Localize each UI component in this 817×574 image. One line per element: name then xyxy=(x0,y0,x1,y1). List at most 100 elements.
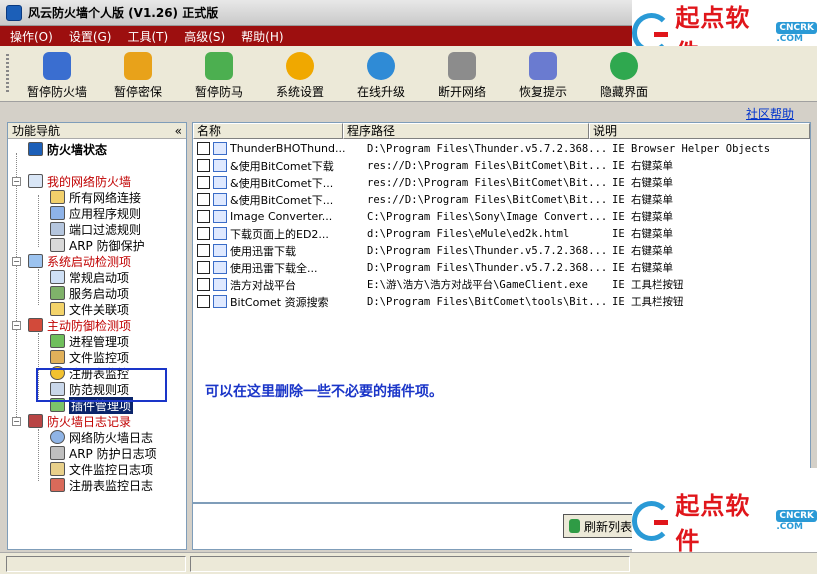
game-icon xyxy=(213,278,227,291)
row-checkbox[interactable] xyxy=(197,159,210,172)
nav-item-port-filter[interactable]: 端口过滤规则 xyxy=(50,221,141,237)
pause-trojan-button[interactable]: 暂停防马 xyxy=(179,50,259,100)
row-checkbox[interactable] xyxy=(197,278,210,291)
table-row[interactable]: 浩方对战平台 E:\游\浩方\浩方对战平台\GameClient.exe IE 工具… xyxy=(193,276,810,293)
menu-advanced[interactable]: 高级(S) xyxy=(174,28,231,45)
nav-item-my-firewall[interactable]: 我的网络防火墙 xyxy=(28,173,131,189)
nav-item-all-connections[interactable]: 所有网络连接 xyxy=(50,189,141,205)
active-defense-icon xyxy=(28,318,43,332)
nav-item-firewall-log[interactable]: 防火墙日志记录 xyxy=(28,413,131,429)
refresh-list-button[interactable]: 刷新列表 xyxy=(563,514,633,538)
app-window: 风云防火墙个人版 (V1.26) 正式版 操作(O) 设置(G) 工具(T) 高… xyxy=(0,0,817,574)
nav-item-service-startup[interactable]: 服务启动项 xyxy=(50,285,129,301)
table-row[interactable]: 使用迅雷下载 D:\Program Files\Thunder.v5.7.2.36… xyxy=(193,242,810,259)
nav-item-normal-startup[interactable]: 常规启动项 xyxy=(50,269,129,285)
nav-item-active-defense[interactable]: 主动防御检测项 xyxy=(28,317,131,333)
table-row[interactable]: BitComet 资源搜索 D:\Program Files\BitComet\t… xyxy=(193,293,810,310)
arp-icon xyxy=(50,238,65,252)
table-row[interactable]: ThunderBHOThund... D:\Program Files\Thund… xyxy=(193,140,810,157)
table-row[interactable]: 使用迅雷下载全... D:\Program Files\Thunder.v5.7.… xyxy=(193,259,810,276)
menu-operate[interactable]: 操作(O) xyxy=(0,28,59,45)
restore-hint-button[interactable]: 恢复提示 xyxy=(503,50,583,100)
expand-toggle[interactable]: − xyxy=(12,321,21,330)
menu-bar: 操作(O) 设置(G) 工具(T) 高级(S) 帮助(H) xyxy=(0,26,632,46)
nav-item-file-assoc[interactable]: 文件关联项 xyxy=(50,301,129,317)
table-row[interactable]: Image Converter... C:\Program Files\Sony\… xyxy=(193,208,810,225)
expand-toggle[interactable]: − xyxy=(12,417,21,426)
community-help-link[interactable]: 社区帮助 xyxy=(746,105,794,122)
table-row[interactable]: 下载页面上的ED2... d:\Program Files\eMule\ed2k.… xyxy=(193,225,810,242)
row-checkbox[interactable] xyxy=(197,295,210,308)
hide-window-button[interactable]: 隐藏界面 xyxy=(584,50,664,100)
column-name[interactable]: 名称 xyxy=(193,123,343,139)
row-checkbox[interactable] xyxy=(197,227,210,240)
nav-panel: 功能导航 « 防火墙状态 − 我的网络防火墙 所有网络连接 应用程序规则 端口过… xyxy=(7,122,187,550)
nav-item-process-manage[interactable]: 进程管理项 xyxy=(50,333,129,349)
file-assoc-icon xyxy=(50,302,65,316)
collapse-nav-button[interactable]: « xyxy=(175,124,182,138)
firewall-group-icon xyxy=(28,174,43,188)
nav-item-app-rules[interactable]: 应用程序规则 xyxy=(50,205,141,221)
status-pane xyxy=(6,556,186,572)
expand-toggle[interactable]: − xyxy=(12,257,21,266)
menu-settings[interactable]: 设置(G) xyxy=(59,28,118,45)
table-row[interactable]: &使用BitComet下载 res://D:\Program Files\BitC… xyxy=(193,157,810,174)
menu-plugin-icon xyxy=(213,159,227,172)
ie-icon xyxy=(213,227,227,240)
refresh-icon xyxy=(569,519,580,533)
menu-plugin-icon xyxy=(213,193,227,206)
row-checkbox[interactable] xyxy=(197,176,210,189)
table-row[interactable]: &使用BitComet下... res://D:\Program Files\Bi… xyxy=(193,174,810,191)
highlight-box xyxy=(36,368,167,402)
logo-badge: CNCRK xyxy=(776,510,817,522)
table-row[interactable]: &使用BitComet下... res://D:\Program Files\Bi… xyxy=(193,191,810,208)
log-icon xyxy=(28,414,43,428)
row-checkbox[interactable] xyxy=(197,193,210,206)
ie-icon xyxy=(213,295,227,308)
firewall-pause-icon xyxy=(43,52,71,80)
globe-update-icon xyxy=(367,52,395,80)
online-update-button[interactable]: 在线升级 xyxy=(341,50,421,100)
row-checkbox[interactable] xyxy=(197,244,210,257)
toolbar: 暂停防火墙 暂停密保 暂停防马 系统设置 在线升级 断开网络 恢复提示 隐藏界面 xyxy=(0,46,817,102)
nav-item-file-log[interactable]: 文件监控日志项 xyxy=(50,461,153,477)
logo-badge: CNCRK xyxy=(776,22,817,34)
column-path[interactable]: 程序路径 xyxy=(343,123,589,139)
nav-item-firewall-status[interactable]: 防火墙状态 xyxy=(28,141,107,157)
nav-header: 功能导航 xyxy=(12,124,61,138)
file-monitor-icon xyxy=(50,350,65,364)
annotation-text: 可以在这里删除一些不必要的插件项。 xyxy=(205,384,443,400)
nav-item-startup-detect[interactable]: 系统启动检测项 xyxy=(28,253,131,269)
normal-startup-icon xyxy=(50,270,65,284)
column-description[interactable]: 说明 xyxy=(589,123,810,139)
expand-toggle[interactable]: − xyxy=(12,177,21,186)
disconnect-network-button[interactable]: 断开网络 xyxy=(422,50,502,100)
menu-plugin-icon xyxy=(213,176,227,189)
nav-item-file-monitor[interactable]: 文件监控项 xyxy=(50,349,129,365)
pause-password-button[interactable]: 暂停密保 xyxy=(98,50,178,100)
plugin-icon xyxy=(213,142,227,155)
row-checkbox[interactable] xyxy=(197,142,210,155)
gear-icon xyxy=(286,52,314,80)
nav-item-arp-log[interactable]: ARP 防护日志项 xyxy=(50,445,157,461)
logo-text: 起点软件 xyxy=(675,491,751,555)
row-checkbox[interactable] xyxy=(197,210,210,223)
process-icon xyxy=(50,334,65,348)
app-rules-icon xyxy=(50,206,65,220)
app-icon xyxy=(6,4,22,21)
file-log-icon xyxy=(50,462,65,476)
title-bar: 风云防火墙个人版 (V1.26) 正式版 xyxy=(0,0,632,26)
pause-firewall-button[interactable]: 暂停防火墙 xyxy=(17,50,97,100)
system-settings-button[interactable]: 系统设置 xyxy=(260,50,340,100)
row-checkbox[interactable] xyxy=(197,261,210,274)
menu-help[interactable]: 帮助(H) xyxy=(231,28,289,45)
nav-item-arp-protect[interactable]: ARP 防御保护 xyxy=(50,237,145,253)
nav-item-network-log[interactable]: 网络防火墙日志 xyxy=(50,429,153,445)
status-icon xyxy=(28,142,43,156)
network-disconnect-icon xyxy=(448,52,476,80)
hide-window-icon xyxy=(610,52,638,80)
menu-tools[interactable]: 工具(T) xyxy=(117,28,174,45)
toolbar-grip[interactable] xyxy=(6,54,9,94)
nav-item-registry-log[interactable]: 注册表监控日志 xyxy=(50,477,153,493)
plugin-list: 名称 程序路径 说明 ThunderBHOThund... D:\Program … xyxy=(192,122,811,503)
